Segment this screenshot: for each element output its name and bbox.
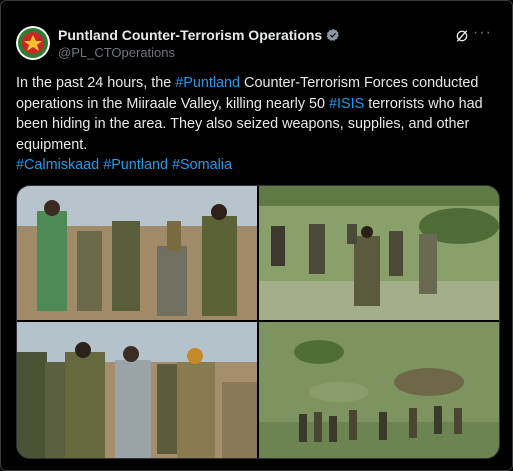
verified-badge-icon [326,28,340,41]
post-header: Puntland Counter-Terrorism Operations @P… [16,24,496,62]
text-part-1: In the past 24 hours, the [16,75,176,91]
hashtag-calmiskaad[interactable]: #Calmiskaad [16,157,99,173]
hashtag-puntland-inline[interactable]: #Puntland [175,75,240,91]
photo-soldiers-hillside[interactable] [259,322,499,458]
handle[interactable]: @PL_CTOperations [58,45,175,60]
photo-soldiers-group[interactable] [17,186,257,320]
media-grid [16,185,500,459]
name-row: Puntland Counter-Terrorism Operations [58,27,340,43]
photo-soldiers-patrol[interactable] [259,186,499,320]
display-name[interactable]: Puntland Counter-Terrorism Operations [58,27,322,43]
hashtag-somalia[interactable]: #Somalia [172,157,232,173]
photo-soldiers-rifles[interactable] [17,322,257,458]
grok-icon[interactable] [454,28,470,44]
hashtag-puntland[interactable]: #Puntland [103,157,168,173]
more-options-button[interactable]: ··· [473,24,492,42]
avatar[interactable] [16,26,50,60]
post-body: In the past 24 hours, the #Puntland Coun… [16,73,500,155]
post-text: In the past 24 hours, the #Puntland Coun… [16,73,500,176]
hashtag-row: #Calmiskaad #Puntland #Somalia [16,155,500,176]
hashtag-isis[interactable]: #ISIS [329,96,364,112]
